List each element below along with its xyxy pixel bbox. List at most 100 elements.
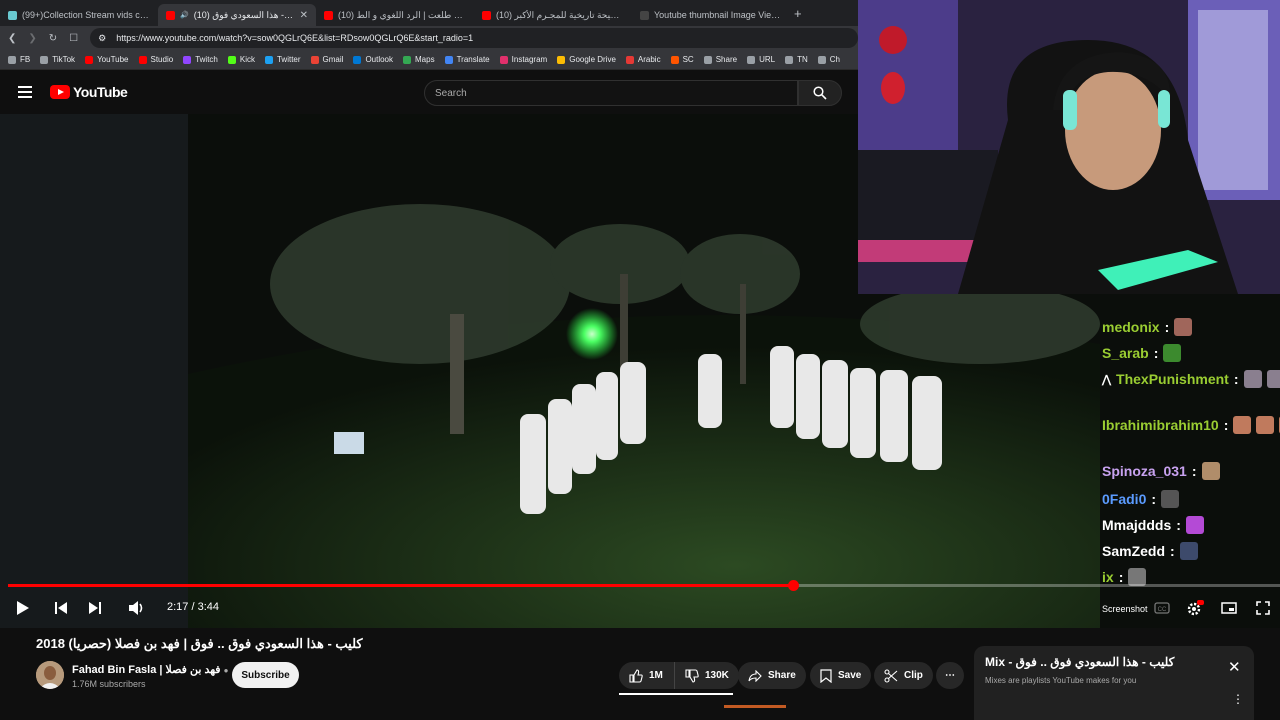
like-button[interactable]: 1M — [619, 662, 675, 689]
progress-scrubber[interactable] — [787, 580, 799, 591]
bookmark-label: Arabic — [637, 55, 661, 64]
speaker-icon[interactable]: 🔊 — [180, 11, 189, 19]
channel-avatar[interactable] — [36, 661, 64, 689]
chat-emote-icon — [1179, 542, 1198, 560]
more-actions-button[interactable]: ⋯ — [936, 662, 964, 689]
volume-button[interactable] — [126, 596, 148, 620]
bookmark-item[interactable]: Translate — [444, 55, 490, 64]
bookmark-label: YouTube — [97, 55, 129, 64]
bookmark-item[interactable]: Ch — [817, 55, 840, 64]
more-horizontal-icon: ⋯ — [945, 670, 955, 681]
bookmark-item[interactable]: Instagram — [499, 55, 548, 64]
fullscreen-button[interactable] — [1252, 596, 1274, 620]
url-field[interactable]: ⚙ https://www.youtube.com/watch?v=sow0QG… — [90, 28, 858, 48]
mix-title[interactable]: Mix - كليب - هذا السعودي فوق .. فوق — [985, 655, 1217, 669]
chat-message: ⋀ ThexPunishment: — [1102, 370, 1280, 388]
bookmark-favicon-icon — [40, 55, 49, 64]
bookmark-label: Outlook — [365, 55, 394, 64]
bookmark-item[interactable]: Google Drive — [557, 55, 616, 64]
bookmark-item[interactable]: Gmail — [310, 55, 343, 64]
bookmark-item[interactable]: FB — [8, 55, 30, 64]
bookmark-favicon-icon — [183, 55, 192, 64]
previous-icon — [55, 602, 67, 614]
play-button[interactable] — [12, 596, 34, 620]
subscribe-button[interactable]: Subscribe — [232, 662, 299, 688]
tab-favicon-icon — [482, 10, 491, 20]
stream-chat-overlay: medonix: S_arab: ⋀ ThexPunishment: Ibrahimib… — [1096, 284, 1280, 600]
bookmark-item[interactable]: TikTok — [40, 55, 75, 64]
browser-tab[interactable]: 🔊 كليب - هذا السعودي فوق (10) ✕ — [158, 4, 316, 26]
save-button[interactable]: Save — [810, 662, 872, 689]
thumbs-up-icon — [629, 668, 643, 683]
search-input[interactable]: Search — [424, 80, 798, 106]
bookmark-favicon-icon — [227, 55, 236, 64]
time-display: 2:17 / 3:44 — [167, 601, 219, 613]
bookmark-label: Google Drive — [569, 55, 616, 64]
bookmark-favicon-icon — [138, 55, 147, 64]
bookmark-item[interactable]: YouTube — [85, 55, 129, 64]
progress-bar[interactable] — [8, 580, 1280, 591]
bookmark-item[interactable]: SC — [670, 55, 694, 64]
bookmark-item[interactable]: Twitter — [264, 55, 301, 64]
screenshot-button[interactable]: Screenshot — [1102, 604, 1148, 614]
bookmark-item[interactable]: Arabic — [625, 55, 661, 64]
channel-name[interactable]: Fahad Bin Fasla | فهد بن فصلا ● — [72, 663, 228, 676]
tab-favicon-icon — [640, 10, 649, 20]
chat-message: S_arab: — [1102, 344, 1182, 362]
thumbs-down-icon — [685, 668, 699, 683]
bookmark-icon[interactable]: ☐ — [69, 33, 78, 44]
bookmark-label: Instagram — [511, 55, 548, 64]
tab-title: (99+)Collection Stream vids created — [22, 10, 150, 20]
share-button[interactable]: Share — [738, 662, 806, 689]
bookmark-label: Translate — [456, 55, 490, 64]
miniplayer-button[interactable] — [1218, 596, 1240, 620]
bookmark-item[interactable]: Share — [703, 55, 737, 64]
chat-separator: : — [1118, 569, 1124, 585]
bookmark-favicon-icon — [403, 55, 412, 64]
chat-separator: : — [1233, 371, 1239, 387]
chat-separator: : — [1170, 543, 1175, 559]
streamer-image — [858, 0, 1280, 294]
bookmark-item[interactable]: Outlook — [353, 55, 393, 64]
bookmark-label: Kick — [239, 55, 255, 64]
new-tab-button[interactable]: + — [790, 6, 802, 21]
clip-button[interactable]: Clip — [874, 662, 933, 689]
play-icon — [17, 601, 29, 615]
chat-username: 0Fadi0 — [1102, 491, 1147, 507]
back-icon[interactable]: ❮ — [8, 33, 16, 44]
bookmark-favicon-icon — [670, 55, 679, 64]
bookmark-item[interactable]: Twitch — [183, 55, 218, 64]
forward-icon[interactable]: ❯ — [28, 33, 36, 44]
chat-username: Spinoza_031 — [1102, 463, 1187, 479]
chat-emote-icon — [1174, 318, 1193, 336]
scissors-icon — [884, 668, 898, 683]
chat-message: 0Fadi0: — [1102, 490, 1180, 508]
next-button[interactable] — [84, 596, 106, 620]
site-info-icon[interactable]: ⚙ — [98, 33, 106, 44]
youtube-logo[interactable]: YouTube — [50, 84, 128, 100]
dislike-button[interactable]: 130K — [674, 662, 739, 689]
browser-tab[interactable]: (10) د. هيثم طلعت | الرد اللغوي و الط... — [316, 4, 474, 26]
close-tab-icon[interactable]: ✕ — [300, 10, 308, 21]
bookmark-favicon-icon — [703, 55, 712, 64]
next-icon — [89, 602, 101, 614]
more-vertical-icon[interactable]: ⋮ — [1232, 692, 1244, 706]
bookmark-item[interactable]: URL — [747, 55, 775, 64]
bookmark-item[interactable]: TN — [785, 55, 808, 64]
bookmark-label: Maps — [415, 55, 435, 64]
browser-tab[interactable]: (99+)Collection Stream vids created — [0, 4, 158, 26]
browser-address-bar: ❮ ❯ ↻ ☐ ⚙ https://www.youtube.com/watch?… — [0, 26, 858, 50]
browser-tab[interactable]: (10) فضيحة تاريخية للمجـرم الأكبر - ... — [474, 4, 632, 26]
settings-button[interactable] — [1184, 596, 1206, 620]
bookmark-item[interactable]: Studio — [138, 55, 173, 64]
close-icon[interactable]: ✕ — [1228, 658, 1241, 676]
bookmark-item[interactable]: Maps — [403, 55, 435, 64]
bookmark-favicon-icon — [264, 55, 273, 64]
hamburger-menu-icon[interactable] — [18, 86, 32, 98]
reload-icon[interactable]: ↻ — [49, 33, 57, 44]
captions-button[interactable]: CC — [1152, 596, 1172, 620]
previous-button[interactable] — [50, 596, 72, 620]
bookmark-item[interactable]: Kick — [227, 55, 255, 64]
search-button[interactable] — [798, 80, 842, 106]
browser-tab[interactable]: Youtube thumbnail Image View and — [632, 4, 790, 26]
